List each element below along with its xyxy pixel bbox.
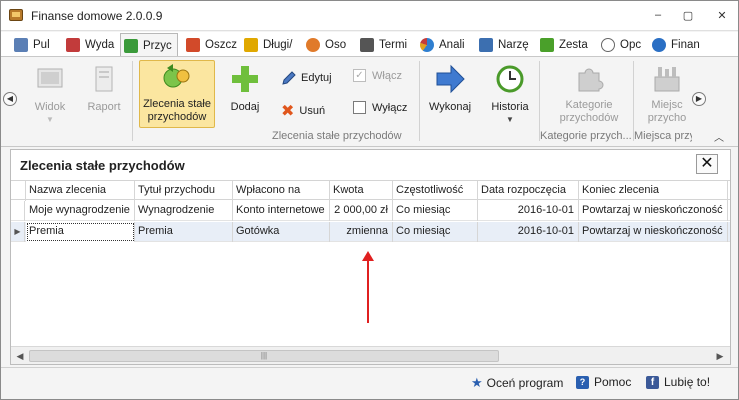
tab-przychody[interactable]: Przyc — [120, 33, 178, 57]
tab-opcje[interactable]: Opc — [598, 34, 644, 56]
ledger-icon — [14, 38, 28, 52]
tab-terminarz[interactable]: Termi — [357, 34, 411, 56]
facebook-like-link[interactable]: f Lubię to! — [646, 375, 710, 389]
column-header[interactable]: Wpłacono na — [233, 181, 330, 201]
tab-wydatki[interactable]: Wyda — [63, 34, 119, 56]
bar-chart-icon — [540, 38, 554, 52]
tab-analizy[interactable]: Anali — [417, 34, 469, 56]
delete-icon: ✖ — [281, 103, 295, 120]
pie-chart-icon — [420, 38, 434, 52]
table-header: Nazwa zlecenia Tytuł przychodu Wpłacono … — [11, 180, 730, 201]
title-bar: Finanse domowe 2.0.0.9 – ▢ ✕ — [1, 1, 738, 31]
annotation-arrow-icon — [362, 251, 374, 323]
table-row[interactable]: ▶ Premia Premia Gotówka zmienna Co miesi… — [11, 222, 730, 242]
factory-icon — [654, 67, 680, 92]
checked-disabled-icon: ✓ — [353, 69, 366, 82]
app-logo-icon — [9, 9, 23, 21]
status-bar: ★ Oceń program ? Pomoc f Lubię to! — [1, 367, 738, 399]
column-header[interactable]: Nazwa zlecenia — [26, 181, 135, 201]
tab-finanse[interactable]: Finan — [649, 34, 701, 56]
tab-dlugi[interactable]: Długi/ — [241, 34, 299, 56]
close-window-button[interactable]: ✕ — [713, 9, 731, 22]
minimize-button[interactable]: – — [649, 9, 667, 21]
scroll-left-icon[interactable]: ◀ — [13, 349, 27, 363]
app-window: Finanse domowe 2.0.0.9 – ▢ ✕ Pul Wyda Pr… — [0, 0, 739, 400]
panel-title: Zlecenia stałe przychodów — [20, 158, 185, 173]
report-icon — [95, 66, 113, 92]
historia-dropdown-icon: ▼ — [506, 115, 514, 124]
raport-button[interactable]: Raport — [79, 63, 129, 113]
current-row-icon: ▶ — [11, 222, 25, 242]
close-panel-button[interactable]: ✕ — [696, 154, 718, 174]
debt-warning-icon — [244, 38, 258, 52]
widok-button[interactable]: Widok ▼ — [25, 63, 75, 124]
wylacz-checkbox[interactable]: Wyłącz — [353, 101, 407, 114]
group-label-kategorie: Kategorie przych... — [540, 130, 632, 142]
calendar-icon — [360, 38, 374, 52]
historia-button[interactable]: Historia ▼ — [485, 63, 535, 124]
recurring-income-icon — [163, 64, 190, 88]
arrow-right-icon — [436, 64, 465, 94]
savings-icon — [186, 38, 200, 52]
people-icon — [306, 38, 320, 52]
tools-icon — [479, 38, 493, 52]
checkbox-empty-icon — [353, 101, 366, 114]
group-label-miejsca: Miejsca przy — [634, 130, 692, 142]
help-link[interactable]: ? Pomoc — [576, 375, 631, 389]
expense-icon — [66, 38, 80, 52]
tab-osoby[interactable]: Oso — [303, 34, 353, 56]
column-header[interactable]: Kwota — [330, 181, 393, 201]
column-header[interactable]: Data rozpoczęcia — [478, 181, 579, 201]
tab-pulpit[interactable]: Pul — [11, 34, 59, 56]
puzzle-icon — [578, 68, 604, 92]
horizontal-scrollbar[interactable]: ◀ ||| ▶ — [11, 346, 730, 364]
window-title: Finanse domowe 2.0.0.9 — [31, 9, 163, 23]
column-header[interactable]: Częstotliwość — [393, 181, 478, 201]
dodaj-button[interactable]: Dodaj — [223, 63, 267, 113]
usun-button[interactable]: ✖ Usuń — [281, 101, 325, 121]
zlecenia-stale-button[interactable]: Zlecenia stałe przychodów — [139, 62, 215, 124]
wlacz-checkbox[interactable]: ✓ Włącz — [353, 69, 402, 82]
help-icon: ? — [576, 375, 589, 389]
collapse-ribbon-icon[interactable]: ︿ — [714, 129, 724, 144]
info-icon — [652, 38, 666, 52]
add-icon — [232, 66, 258, 92]
scroll-thumb[interactable]: ||| — [29, 350, 499, 362]
column-header[interactable]: Tytuł przychodu — [135, 181, 233, 201]
ribbon-scroll-right-icon[interactable]: ▶ — [692, 92, 706, 106]
column-header[interactable]: A — [728, 181, 730, 201]
facebook-icon: f — [646, 375, 659, 389]
wykonaj-button[interactable]: Wykonaj — [425, 63, 475, 113]
clock-history-icon — [496, 65, 524, 93]
scroll-right-icon[interactable]: ▶ — [713, 349, 727, 363]
orders-table: Nazwa zlecenia Tytuł przychodu Wpłacono … — [11, 180, 730, 345]
edytuj-button[interactable]: Edytuj — [281, 70, 332, 86]
view-icon — [37, 68, 63, 88]
income-icon — [124, 38, 138, 53]
options-icon — [601, 38, 615, 52]
kategorie-przychodow-button[interactable]: Kategorie przychodów — [547, 63, 631, 125]
tab-narzedzia[interactable]: Narzę — [476, 34, 534, 56]
star-icon: ★ — [471, 375, 483, 390]
maximize-button[interactable]: ▢ — [679, 9, 697, 22]
ribbon-scroll-left-icon[interactable]: ◀ — [3, 92, 17, 106]
group-label-zlecenia: Zlecenia stałe przychodów — [272, 130, 402, 142]
ribbon-toolbar: ◀ Widok ▼ Raport Zlecenia stałe przychod… — [1, 56, 738, 147]
tab-oszczednosci[interactable]: Oszcz — [183, 34, 237, 56]
pencil-icon — [282, 71, 296, 85]
tab-zestawienia[interactable]: Zesta — [537, 34, 595, 56]
main-tab-strip: Pul Wyda Przyc Oszcz Długi/ Oso Termi An… — [1, 32, 738, 57]
rate-program-link[interactable]: ★ Oceń program — [471, 375, 563, 391]
table-row[interactable]: Moje wynagrodzenie Wynagrodzenie Konto i… — [11, 201, 730, 221]
miejsca-przychodow-button[interactable]: Miejsc przycho — [641, 63, 693, 125]
column-header[interactable]: Koniec zlecenia — [579, 181, 728, 201]
widok-dropdown-icon: ▼ — [46, 115, 54, 124]
